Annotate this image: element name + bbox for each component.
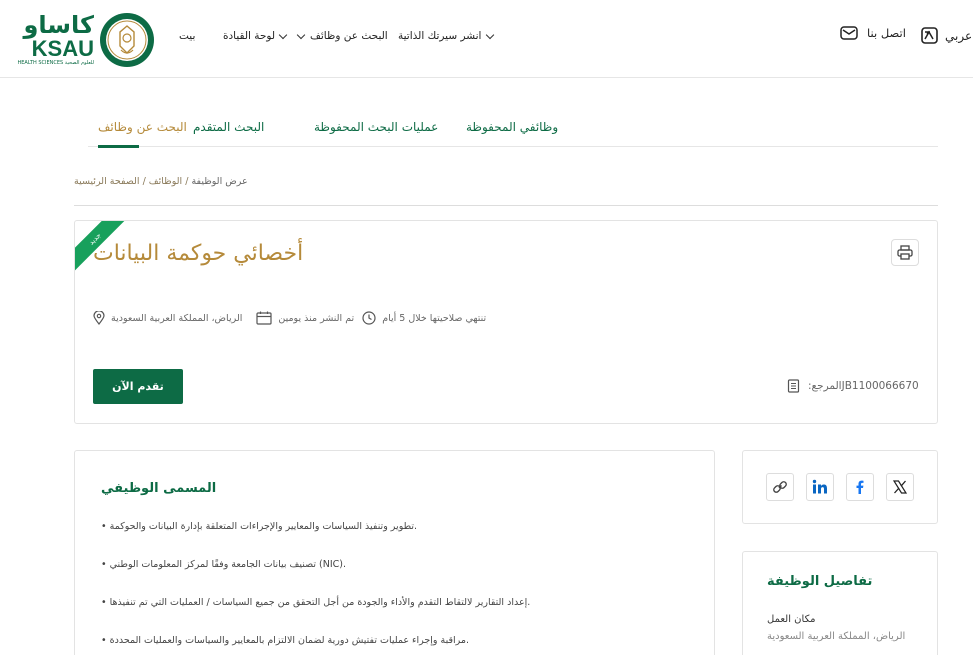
job-location: الرياض، المملكة العربية السعودية bbox=[111, 312, 243, 324]
chevron-down-icon bbox=[296, 30, 306, 39]
print-button[interactable] bbox=[891, 239, 919, 266]
printer-icon bbox=[897, 245, 913, 260]
share-x-button[interactable] bbox=[886, 473, 914, 501]
copy-link-button[interactable] bbox=[766, 473, 794, 501]
document-icon bbox=[787, 379, 800, 393]
tab-job-search[interactable]: البحث عن وظائف bbox=[98, 120, 187, 134]
description-bullet: • إعداد التقارير لالتقاط التقدم والأداء … bbox=[101, 597, 531, 608]
site-header: كاساو KSAU HEALTH SCIENCES للعلوم الصحية… bbox=[0, 0, 973, 78]
x-twitter-icon bbox=[892, 480, 908, 494]
nav-post-resume-label: انشر سيرتك الذاتية bbox=[398, 30, 482, 42]
job-title: أخصائي حوكمة البيانات bbox=[93, 241, 304, 266]
ksau-logo[interactable]: كاساو KSAU HEALTH SCIENCES للعلوم الصحية bbox=[0, 10, 158, 70]
mail-icon bbox=[840, 26, 858, 40]
nav-home[interactable]: بيت bbox=[179, 28, 195, 44]
nav-home-label: بيت bbox=[179, 30, 196, 42]
language-switcher[interactable]: عربي bbox=[920, 26, 972, 45]
contact-us-link[interactable]: اتصل بنا bbox=[840, 26, 906, 40]
work-location-label: مكان العمل bbox=[767, 614, 816, 625]
share-panel bbox=[742, 450, 938, 524]
nav-job-search-label: البحث عن وظائف bbox=[310, 30, 388, 42]
job-meta: الرياض، المملكة العربية السعودية تم النش… bbox=[93, 311, 486, 325]
job-posted: تم النشر منذ يومين bbox=[278, 312, 355, 324]
calendar-icon bbox=[256, 311, 272, 325]
nav-job-search[interactable]: البحث عن وظائف bbox=[296, 28, 388, 44]
share-facebook-button[interactable] bbox=[846, 473, 874, 501]
tab-advanced-search[interactable]: البحث المتقدم bbox=[193, 120, 264, 134]
reference-label: المرجع: bbox=[808, 380, 842, 392]
language-label: عربي bbox=[945, 28, 973, 43]
divider bbox=[74, 205, 938, 206]
share-linkedin-button[interactable] bbox=[806, 473, 834, 501]
work-location-value: الرياض، المملكة العربية السعودية bbox=[767, 631, 906, 642]
breadcrumb-home[interactable]: الصفحة الرئيسية bbox=[74, 176, 140, 187]
nav-dashboard[interactable]: لوحة القيادة bbox=[223, 28, 289, 44]
logo-wordmark: كاساو KSAU HEALTH SCIENCES للعلوم الصحية bbox=[0, 10, 94, 67]
description-title: المسمى الوظيفي bbox=[101, 481, 217, 496]
breadcrumb-current: عرض الوظيفة bbox=[191, 176, 248, 187]
link-icon bbox=[773, 481, 787, 493]
location-pin-icon bbox=[93, 311, 105, 325]
job-tabs: وظائفي المحفوظة عمليات البحث المحفوظة ال… bbox=[88, 110, 938, 147]
breadcrumb-jobs[interactable]: الوظائف bbox=[149, 176, 182, 187]
facebook-icon bbox=[856, 480, 864, 494]
nav-post-resume[interactable]: انشر سيرتك الذاتية bbox=[398, 28, 496, 44]
translate-icon bbox=[921, 27, 938, 44]
logo-subtitle: HEALTH SCIENCES للعلوم الصحية bbox=[17, 60, 94, 66]
job-reference: المرجع: JB1100066670 bbox=[787, 379, 919, 393]
details-title: تفاصيل الوظيفة bbox=[767, 574, 873, 589]
job-description: المسمى الوظيفي • تطوير وتنفيذ السياسات و… bbox=[74, 450, 715, 655]
active-tab-indicator bbox=[98, 145, 139, 148]
chevron-down-icon bbox=[486, 30, 495, 39]
contact-us-label: اتصل بنا bbox=[867, 26, 906, 40]
breadcrumb: عرض الوظيفة / الوظائف / الصفحة الرئيسية bbox=[74, 176, 248, 187]
logo-english-text: KSAU bbox=[31, 36, 94, 61]
tab-saved-searches[interactable]: عمليات البحث المحفوظة bbox=[314, 120, 438, 134]
apply-now-button[interactable]: تقدم الآن bbox=[93, 369, 183, 404]
nav-dashboard-label: لوحة القيادة bbox=[223, 30, 276, 42]
description-bullet: • مراقبة وإجراء عمليات تفتيش دورية لضمان… bbox=[101, 635, 470, 646]
job-details-panel: تفاصيل الوظيفة مكان العمل الرياض، المملك… bbox=[742, 551, 938, 655]
linkedin-icon bbox=[812, 479, 827, 494]
job-expires: تنتهي صلاحيتها خلال 5 أيام bbox=[382, 312, 487, 324]
breadcrumb-separator: / bbox=[139, 176, 149, 187]
description-bullet: • تصنيف بيانات الجامعة وفقًا لمركز المعل… bbox=[101, 559, 347, 570]
job-summary-card: جديد أخصائي حوكمة البيانات الرياض، الممل… bbox=[74, 220, 938, 424]
description-bullet: • تطوير وتنفيذ السياسات والمعايير والإجر… bbox=[101, 521, 418, 532]
clock-icon bbox=[362, 311, 376, 325]
chevron-down-icon bbox=[278, 30, 288, 39]
university-seal-icon bbox=[100, 13, 154, 67]
reference-value: JB1100066670 bbox=[841, 380, 919, 392]
tab-saved-jobs[interactable]: وظائفي المحفوظة bbox=[466, 120, 558, 134]
